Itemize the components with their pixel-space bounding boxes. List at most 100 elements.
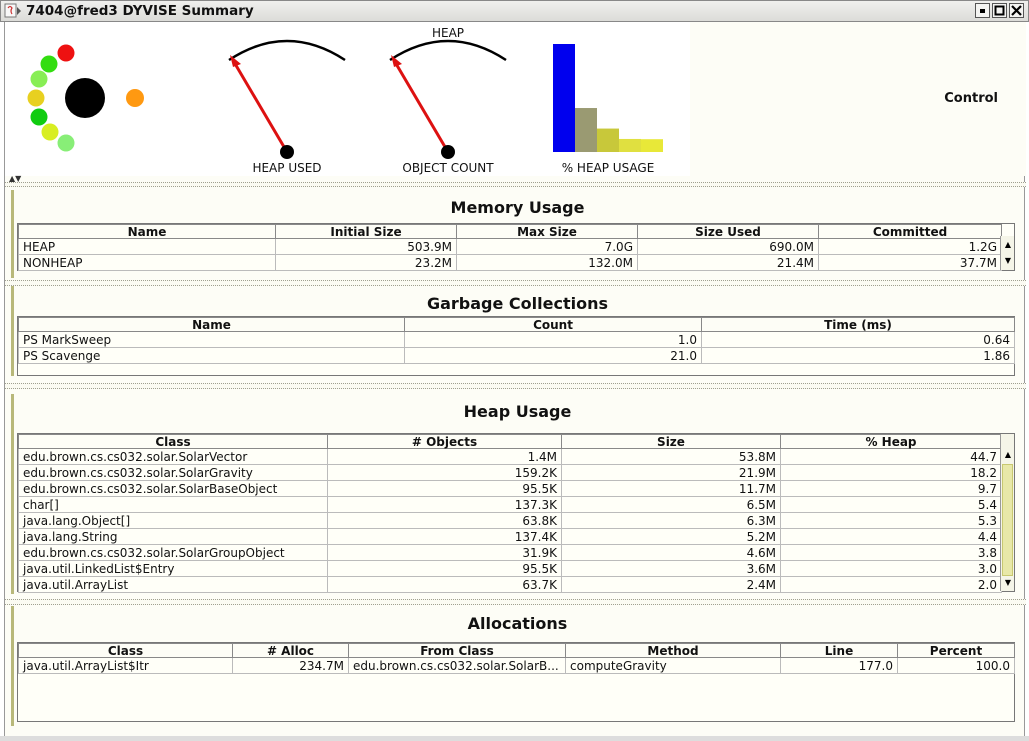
alloc-table-cell: 100.0 [897,657,1015,674]
mem-table-cell: NONHEAP [18,254,276,271]
activity-dot-yellow [27,89,45,107]
mem-table-row[interactable]: NONHEAP 23.2M 132.0M 21.4M 37.7M [18,254,1002,271]
heap-column-header[interactable]: Class [18,434,328,449]
alloc-table-row[interactable]: java.util.ArrayList$Itr 234.7M edu.brown.c… [18,657,1015,674]
gc-table-cell: 0.64 [701,331,1015,348]
heap-table-row[interactable]: java.util.LinkedList$Entry 95.5K 3.6M 3.0 [18,560,1002,577]
gc-table-row[interactable]: PS Scavenge 21.0 1.86 [18,347,1015,364]
mem-table-cell: 7.0G [456,238,638,255]
mem-table-cell: 1.2G [818,238,1002,255]
heap-table-cell: 2.0 [780,576,1002,593]
alloc-table-box: Class # Alloc From Class Method Line Percent … [17,642,1015,722]
mem-table-row[interactable]: HEAP 503.9M 7.0G 690.0M 1.2G [18,238,1002,255]
gc-table: Name Count Time (ms) PS MarkSweep 1.0 0.64 PS… [18,317,1015,364]
heap-usage-bar [597,128,619,152]
heap-table-cell: java.util.ArrayList [18,576,328,593]
mem-column-header[interactable]: Max Size [456,224,638,239]
heap-table-cell: 5.3 [780,512,1002,529]
memory-table-box: Name Initial Size Max Size Size Used Committ… [17,223,1015,271]
heap-table-row[interactable]: edu.brown.cs.cs032.solar.SolarVector 1.4M… [18,448,1002,465]
object-count-gauge [389,39,507,159]
scroll-up-arrow-icon[interactable]: ▲ [1001,448,1015,462]
heap-table-cell: 31.9K [327,544,562,561]
mem-table-cell: 503.9M [275,238,457,255]
mem-column-header[interactable]: Size Used [637,224,819,239]
heap-table-row[interactable]: java.util.ArrayList 63.7K 2.4M 2.0 [18,576,1002,593]
heap-table-cell: 95.5K [327,480,562,497]
memory-table-scrollbar[interactable]: ▲ ▼ [1000,236,1014,270]
scroll-down-arrow-icon[interactable]: ▼ [1001,576,1015,590]
alloc-table: Class # Alloc From Class Method Line Percent … [18,643,1015,674]
mem-table-cell: HEAP [18,238,276,255]
top-splitter[interactable] [5,182,1026,187]
heap-alloc-splitter[interactable] [5,599,1026,605]
allocations-section: Allocations Class # Alloc From Class Method… [11,606,1021,726]
heap-table-cell: 5.4 [780,496,1002,513]
heap-table-cell: 95.5K [327,560,562,577]
activity-dot-red [57,44,75,62]
heap-table-row[interactable]: edu.brown.cs.cs032.solar.SolarBaseObject… [18,480,1002,497]
heap-table-cell: 1.4M [327,448,562,465]
heap-table-cell: 6.5M [561,496,781,513]
gc-table-box: Name Count Time (ms) PS MarkSweep 1.0 0.64 PS… [17,316,1015,376]
maximize-button[interactable] [992,3,1007,18]
heap-column-header[interactable]: % Heap [780,434,1002,449]
allocations-title: Allocations [467,614,568,633]
scroll-down-arrow-icon[interactable]: ▼ [1001,254,1015,268]
close-button[interactable] [1009,3,1024,18]
heap-table-cell: java.util.LinkedList$Entry [18,560,328,577]
alloc-column-header[interactable]: From Class [348,643,566,658]
activity-dot-green [30,108,48,126]
control-label[interactable]: Control [944,91,998,106]
heap-table-cell: edu.brown.cs.cs032.solar.SolarVector [18,448,328,465]
heap-table-row[interactable]: char[] 137.3K 6.5M 5.4 [18,496,1002,513]
mem-column-header[interactable]: Committed [818,224,1002,239]
gc-column-header[interactable]: Name [18,317,405,332]
object-count-gauge-arc [389,39,507,62]
heap-scroll-thumb[interactable] [1002,464,1013,576]
heap-column-header[interactable]: # Objects [327,434,562,449]
heap-table-row[interactable]: edu.brown.cs.cs032.solar.SolarGravity 159… [18,464,1002,481]
heap-used-gauge-pivot [280,145,294,159]
heap-gauge-title: HEAP [431,26,465,40]
heap-table-cell: 137.4K [327,528,562,545]
alloc-column-header[interactable]: # Alloc [232,643,349,658]
alloc-column-header[interactable]: Class [18,643,233,658]
activity-center-circle [65,78,105,118]
alloc-column-header[interactable]: Method [565,643,781,658]
activity-dot-lightgreen [30,70,48,88]
activity-dot-green [40,55,58,73]
heap-table-scrollbar[interactable]: ▲ ▼ [1000,434,1014,591]
heap-table-row[interactable]: edu.brown.cs.cs032.solar.SolarGroupObjec… [18,544,1002,561]
minimize-button[interactable] [975,3,990,18]
gc-table-cell: 21.0 [404,347,702,364]
gc-column-header[interactable]: Count [404,317,702,332]
gc-column-header[interactable]: Time (ms) [701,317,1015,332]
heap-table-cell: 4.6M [561,544,781,561]
gc-heap-splitter[interactable] [5,383,1026,389]
heap-table-row[interactable]: java.lang.Object[] 63.8K 6.3M 5.3 [18,512,1002,529]
heap-table-cell: 63.8K [327,512,562,529]
alloc-table-cell: 177.0 [780,657,898,674]
heap-table-cell: java.lang.String [18,528,328,545]
mem-column-header[interactable]: Name [18,224,276,239]
gc-table-cell: 1.86 [701,347,1015,364]
heap-table-cell: 6.3M [561,512,781,529]
scroll-up-arrow-icon[interactable]: ▲ [1001,238,1015,252]
heap-column-header[interactable]: Size [561,434,781,449]
heap-usage-title: Heap Usage [463,402,572,421]
alloc-table-cell: edu.brown.cs.cs032.solar.SolarB... [348,657,566,674]
mem-column-header[interactable]: Initial Size [275,224,457,239]
window-titlebar[interactable]: 7404@fred3 DYVISE Summary [0,0,1029,22]
heap-table-cell: 11.7M [561,480,781,497]
heap-table-row[interactable]: java.lang.String 137.4K 5.2M 4.4 [18,528,1002,545]
alloc-table-header: Class # Alloc From Class Method Line Percent [18,643,1015,658]
heap-table-box: Class # Objects Size% Heap edu.brown.cs.cs… [17,433,1015,593]
gc-table-row[interactable]: PS MarkSweep 1.0 0.64 [18,331,1015,348]
heap-table-cell: 9.7 [780,480,1002,497]
visualization-canvas [27,39,663,159]
alloc-column-header[interactable]: Line [780,643,898,658]
alloc-column-header[interactable]: Percent [897,643,1015,658]
heap-table-header: Class # Objects Size% Heap [18,434,1002,449]
heap-table-cell: edu.brown.cs.cs032.solar.SolarGroupObjec… [18,544,328,561]
